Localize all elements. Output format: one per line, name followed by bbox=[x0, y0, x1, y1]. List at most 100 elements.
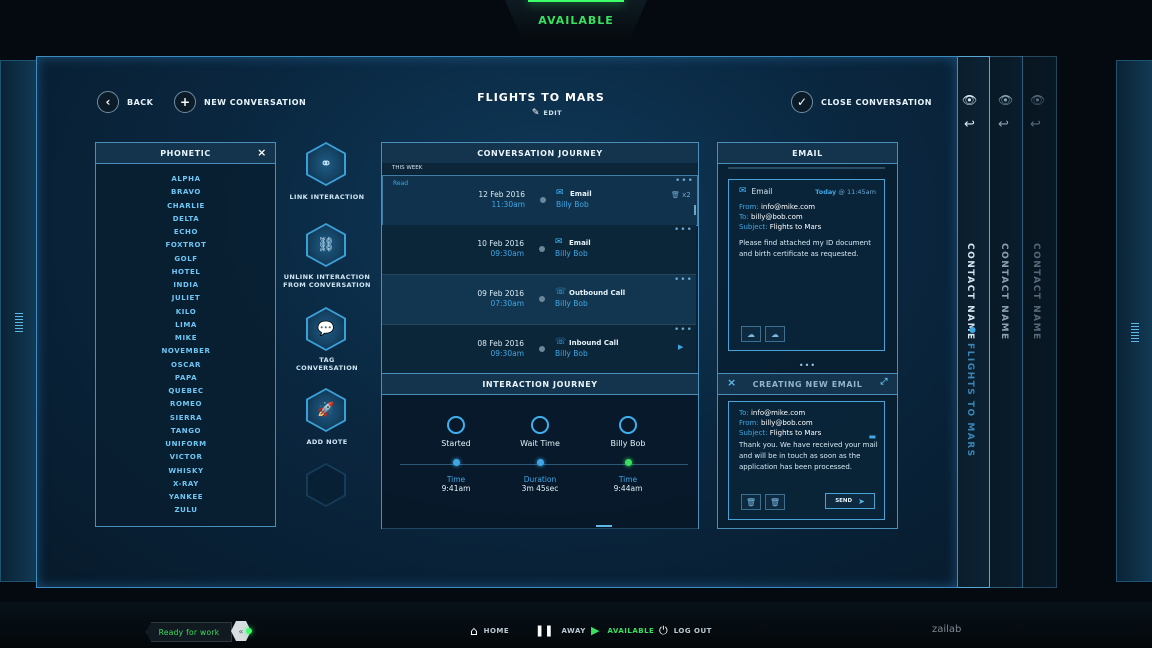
interaction-scroll-indicator[interactable] bbox=[596, 525, 612, 527]
chat-bubbles-icon: 💬 bbox=[308, 309, 344, 349]
email-from-label: From: bbox=[739, 203, 759, 211]
send-label: SEND bbox=[835, 498, 853, 504]
unlink-interaction-tool[interactable]: ⛓ bbox=[306, 223, 346, 267]
phonetic-word: SIERRA bbox=[169, 413, 203, 422]
journey-row-time: 11:30am bbox=[491, 200, 525, 209]
trash-count[interactable]: 🗑 x2 bbox=[671, 191, 691, 199]
flights-to-mars-vertical-label[interactable]: FLIGHTS TO MARS bbox=[965, 343, 975, 458]
phone-icon: ☏ bbox=[555, 337, 567, 347]
email-card[interactable]: ✉ Email Today @ 11:45am From: info@mike.… bbox=[728, 179, 885, 351]
phonetic-word: JULIET bbox=[171, 294, 201, 303]
away-button[interactable]: ❚❚ AWAY bbox=[535, 624, 586, 637]
close-icon[interactable]: × bbox=[257, 146, 267, 159]
available-button[interactable]: ▶ AVAILABLE bbox=[591, 624, 654, 637]
play-icon[interactable]: ▶ bbox=[678, 343, 683, 351]
visibility-icon-2[interactable]: 👁 bbox=[998, 93, 1013, 107]
left-grip-icon[interactable] bbox=[15, 313, 23, 333]
interaction-step[interactable]: Billy Bob Time 9:44am bbox=[588, 416, 668, 493]
journey-row-contact: Billy Bob bbox=[555, 249, 588, 258]
visibility-icon-3[interactable]: 👁 bbox=[1030, 93, 1045, 107]
journey-row-extra: x2 bbox=[682, 191, 691, 199]
interaction-step[interactable]: Started Time 9:41am bbox=[416, 416, 496, 493]
interaction-step-value: 9:44am bbox=[613, 484, 643, 493]
log-out-button[interactable]: ⏻ LOG OUT bbox=[659, 624, 712, 638]
availability-status[interactable]: AVAILABLE bbox=[505, 0, 647, 40]
conversation-journey-header: CONVERSATION JOURNEY bbox=[382, 143, 698, 164]
right-side-panel[interactable] bbox=[1116, 60, 1152, 582]
journey-row-dot bbox=[539, 346, 545, 352]
contact-name-label-2[interactable]: CONTACT NAME bbox=[999, 243, 1009, 341]
phonetic-word: NOVEMBER bbox=[161, 347, 211, 356]
journey-scrollbar[interactable] bbox=[694, 205, 696, 215]
new-email-to-row[interactable]: To: info@mike.com bbox=[739, 408, 879, 418]
journey-row-status: Read bbox=[393, 180, 409, 187]
phonetic-word: ROMEO bbox=[169, 400, 203, 409]
phonetic-word: ZULU bbox=[174, 506, 198, 515]
close-new-email-icon[interactable]: × bbox=[727, 376, 737, 389]
phonetic-title: PHONETIC bbox=[160, 148, 211, 158]
send-button[interactable]: SEND ➤ bbox=[825, 493, 875, 509]
new-email-from-row[interactable]: From: billy@bob.com bbox=[739, 418, 879, 428]
phonetic-word: ALPHA bbox=[171, 175, 201, 183]
tag-conversation-tool[interactable]: 💬 bbox=[306, 307, 346, 351]
journey-row[interactable]: 10 Feb 2016 09:30am ✉ Email Billy Bob ••• bbox=[382, 225, 696, 275]
phonetic-word: CHARLIE bbox=[167, 201, 205, 210]
more-options-icon[interactable]: ••• bbox=[675, 176, 694, 186]
return-icon-1[interactable]: ↩ bbox=[964, 117, 975, 132]
close-conversation-button[interactable]: ✓ CLOSE CONVERSATION bbox=[791, 91, 932, 113]
new-email-card[interactable]: To: info@mike.com From: billy@bob.com Su… bbox=[728, 401, 885, 520]
back-button[interactable]: ‹ BACK bbox=[97, 91, 153, 113]
return-icon-3[interactable]: ↩ bbox=[1030, 117, 1041, 132]
phonetic-word: KILO bbox=[175, 307, 197, 316]
email-header: EMAIL bbox=[718, 143, 897, 164]
log-out-label: LOG OUT bbox=[673, 627, 712, 635]
journey-row-time: 09:30am bbox=[490, 349, 524, 358]
journey-row-dot bbox=[540, 197, 546, 203]
attachment-icon[interactable]: ▬ bbox=[868, 432, 876, 441]
expand-icon[interactable]: ⤢ bbox=[880, 377, 888, 387]
right-grip-icon[interactable] bbox=[1131, 323, 1139, 343]
link-interaction-tool[interactable]: ⚭ bbox=[306, 142, 346, 186]
journey-row-time: 07:30am bbox=[490, 299, 524, 308]
return-icon-2[interactable]: ↩ bbox=[998, 117, 1009, 132]
new-conversation-button[interactable]: + NEW CONVERSATION bbox=[174, 91, 306, 113]
link-hex: ⚭ bbox=[306, 142, 346, 186]
journey-row-time: 09:30am bbox=[490, 249, 524, 258]
rocket-icon: 🚀 bbox=[308, 390, 344, 430]
phonetic-panel: PHONETIC × ALPHA BRAVO CHARLIE DELTA ECHO FOX… bbox=[95, 142, 276, 527]
journey-row-dot bbox=[539, 246, 545, 252]
interaction-step-key: Duration bbox=[523, 475, 557, 484]
cloud-upload-icon[interactable]: ☁ bbox=[741, 326, 761, 342]
delete-icon[interactable]: 🗑 bbox=[741, 494, 761, 510]
availability-status-label: AVAILABLE bbox=[538, 13, 614, 27]
trash-icon[interactable]: 🗑 bbox=[765, 494, 785, 510]
new-email-from-label: From: bbox=[739, 419, 759, 427]
new-email-subject-row[interactable]: Subject: Flights to Mars bbox=[739, 428, 879, 438]
email-pagination-dots[interactable]: ••• bbox=[718, 361, 897, 370]
contact-name-label-3[interactable]: CONTACT NAME bbox=[1031, 243, 1041, 341]
phonetic-word: WHISKY bbox=[168, 466, 204, 475]
journey-row-contact: Billy Bob bbox=[555, 349, 588, 358]
more-options-icon[interactable]: ••• bbox=[674, 225, 693, 235]
play-circle-icon bbox=[447, 416, 465, 434]
home-button[interactable]: ⌂ HOME bbox=[470, 624, 509, 638]
new-email-body[interactable]: Thank you. We have received your mail an… bbox=[739, 440, 879, 473]
journey-row[interactable]: 09 Feb 2016 07:30am ☏ Outbound Call Billy Bo… bbox=[382, 275, 696, 325]
paper-plane-icon: ➤ bbox=[858, 496, 865, 506]
email-panel: EMAIL ✉ Email Today @ 11:45am From: info… bbox=[717, 142, 898, 529]
edit-button[interactable]: ✎ EDIT bbox=[517, 108, 577, 118]
ready-for-work-status[interactable]: Ready for work bbox=[146, 622, 232, 642]
interaction-step-label: Started bbox=[441, 439, 471, 448]
more-options-icon[interactable]: ••• bbox=[674, 275, 693, 285]
more-options-icon[interactable]: ••• bbox=[674, 325, 693, 335]
interaction-step[interactable]: Wait Time Duration 3m 45sec bbox=[500, 416, 580, 493]
envelope-icon: ✉ bbox=[739, 186, 747, 196]
visibility-icon-1[interactable]: 👁 bbox=[962, 93, 977, 107]
journey-row[interactable]: Read 12 Feb 2016 11:30am ✉ Email Billy Bob •••… bbox=[382, 175, 698, 226]
add-note-tool[interactable]: 🚀 bbox=[306, 388, 346, 432]
email-body: Please find attached my ID document and … bbox=[739, 239, 871, 258]
left-side-panel[interactable] bbox=[0, 60, 38, 582]
cloud-download-icon[interactable]: ☁ bbox=[765, 326, 785, 342]
phonetic-word: QUEBEC bbox=[168, 387, 204, 395]
journey-row[interactable]: 08 Feb 2016 09:30am ☏ Inbound Call Billy Bob… bbox=[382, 325, 696, 375]
